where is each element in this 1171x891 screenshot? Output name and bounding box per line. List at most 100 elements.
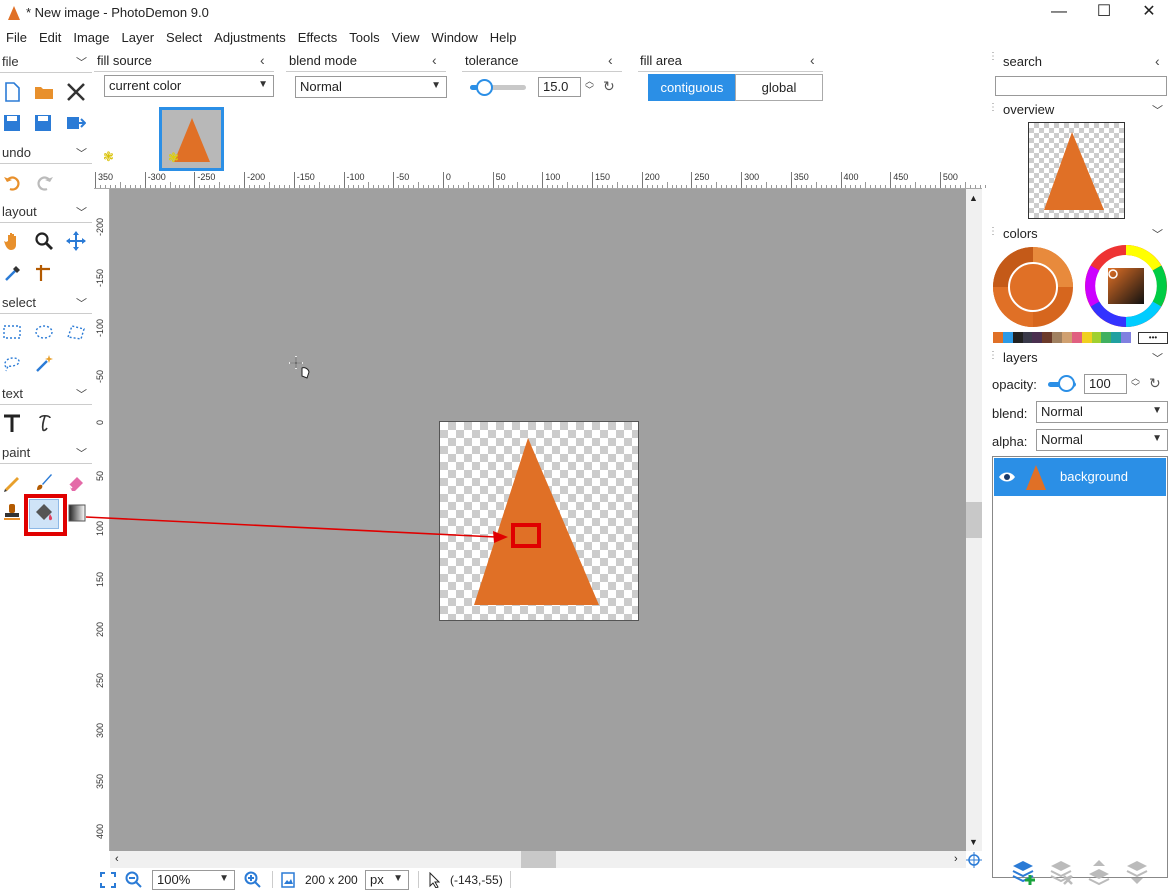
section-text[interactable]: text	[2, 386, 23, 401]
tolerance-input[interactable]: 15.0	[538, 77, 581, 97]
lasso-select-icon[interactable]	[2, 353, 22, 373]
section-file[interactable]: file	[2, 54, 19, 69]
zoom-out-icon[interactable]	[125, 871, 143, 889]
minimize-button[interactable]: —	[1036, 0, 1082, 26]
tolerance-spinner[interactable]: ︿ ﹀	[585, 77, 594, 95]
eye-visibility-icon[interactable]	[998, 470, 1016, 484]
menu-edit[interactable]: Edit	[33, 28, 67, 45]
menu-adjustments[interactable]: Adjustments	[208, 28, 292, 45]
opacity-spinner[interactable]: ︿ ﹀	[1131, 374, 1140, 392]
magic-wand-icon[interactable]	[34, 353, 54, 373]
tolerance-slider-knob[interactable]	[476, 79, 494, 96]
contiguous-button[interactable]: contiguous	[648, 74, 736, 101]
scroll-thumb[interactable]	[966, 502, 982, 538]
eyedropper-icon[interactable]	[3, 263, 23, 283]
layer-name[interactable]: background	[1060, 469, 1128, 484]
save-as-icon[interactable]	[34, 114, 54, 132]
section-undo[interactable]: undo	[2, 145, 31, 160]
move-layer-up-icon[interactable]	[1087, 858, 1113, 886]
layer-blend-dropdown[interactable]: Normal ▼	[1036, 401, 1168, 423]
menu-effects[interactable]: Effects	[292, 28, 344, 45]
global-button[interactable]: global	[735, 74, 823, 101]
maximize-button[interactable]: ☐	[1081, 0, 1127, 26]
chevron-down-icon[interactable]: ﹀	[76, 445, 87, 461]
chevron-down-icon[interactable]: ﹀	[1152, 226, 1163, 242]
layer-row[interactable]: background	[994, 458, 1166, 496]
undo-icon[interactable]	[3, 173, 23, 191]
add-layer-icon[interactable]	[1011, 858, 1037, 886]
chevron-left-icon[interactable]: ‹	[1155, 53, 1160, 69]
more-colors-button[interactable]: •••	[1138, 332, 1168, 344]
chevron-left-icon[interactable]: ‹	[260, 52, 265, 68]
menu-image[interactable]: Image	[67, 28, 115, 45]
zoom-in-icon[interactable]	[244, 871, 262, 889]
canvas-viewport[interactable]	[110, 189, 966, 851]
scroll-left-icon[interactable]: ‹	[115, 853, 119, 865]
chevron-left-icon[interactable]: ‹	[432, 52, 437, 68]
tolerance-slider[interactable]	[470, 79, 526, 96]
save-icon[interactable]	[3, 114, 21, 132]
close-icon[interactable]	[66, 83, 86, 101]
new-file-icon[interactable]	[3, 82, 21, 102]
image-canvas[interactable]	[439, 421, 639, 621]
menu-help[interactable]: Help	[484, 28, 523, 45]
center-view-icon[interactable]	[966, 852, 982, 868]
drag-handle[interactable]: ⋮	[988, 226, 998, 237]
rect-select-icon[interactable]	[2, 323, 22, 341]
pencil-icon[interactable]	[2, 472, 22, 492]
hue-wheel[interactable]	[1085, 245, 1167, 327]
menu-tools[interactable]: Tools	[343, 28, 385, 45]
reset-icon[interactable]: ↻	[603, 78, 615, 95]
export-icon[interactable]	[66, 114, 86, 132]
drag-handle[interactable]: ⋮	[988, 350, 998, 361]
drag-handle[interactable]: ⋮	[988, 102, 998, 113]
unit-dropdown[interactable]: px ▼	[365, 870, 409, 890]
open-folder-icon[interactable]	[34, 84, 54, 100]
fit-to-window-icon[interactable]	[100, 872, 116, 888]
chevron-down-icon[interactable]: ﹀	[76, 145, 87, 161]
opacity-input[interactable]: 100	[1084, 374, 1127, 394]
text-tool-icon[interactable]	[2, 413, 22, 433]
vertical-scrollbar[interactable]: ▲ ▼	[966, 189, 982, 851]
menu-layer[interactable]: Layer	[116, 28, 161, 45]
menu-select[interactable]: Select	[160, 28, 208, 45]
section-paint[interactable]: paint	[2, 445, 30, 460]
menu-window[interactable]: Window	[426, 28, 484, 45]
zoom-tool-icon[interactable]	[34, 231, 54, 251]
paintbrush-icon[interactable]	[34, 472, 54, 492]
menu-view[interactable]: View	[386, 28, 426, 45]
opacity-slider-knob[interactable]	[1058, 375, 1075, 392]
gradient-tool-icon[interactable]	[67, 503, 87, 523]
close-window-button[interactable]: ✕	[1126, 0, 1171, 26]
chevron-down-icon[interactable]: ﹀	[76, 54, 87, 70]
reset-icon[interactable]: ↻	[1149, 375, 1161, 392]
eraser-icon[interactable]	[66, 472, 86, 492]
typography-tool-icon[interactable]	[34, 413, 54, 433]
clone-stamp-icon[interactable]	[2, 502, 22, 522]
fill-source-dropdown[interactable]: current color ▼	[104, 75, 274, 97]
crop-tool-icon[interactable]	[34, 263, 54, 283]
image-tab-thumbnail[interactable]: ❃	[159, 107, 224, 171]
hand-tool-icon[interactable]	[3, 231, 23, 251]
delete-layer-icon[interactable]	[1049, 858, 1075, 886]
chevron-down-icon[interactable]: ﹀	[76, 204, 87, 220]
overview-thumbnail[interactable]	[1028, 122, 1125, 219]
chevron-left-icon[interactable]: ‹	[810, 52, 815, 68]
scroll-down-icon[interactable]: ▼	[969, 837, 978, 847]
search-input[interactable]	[995, 76, 1167, 96]
ellipse-select-icon[interactable]	[34, 323, 54, 341]
blend-mode-dropdown[interactable]: Normal ▼	[295, 76, 447, 98]
scroll-up-icon[interactable]: ▲	[969, 193, 978, 203]
chevron-down-icon[interactable]: ﹀	[76, 295, 87, 311]
chevron-left-icon[interactable]: ‹	[608, 52, 613, 68]
scroll-thumb-horizontal[interactable]	[521, 851, 556, 868]
scroll-right-icon[interactable]: ›	[954, 853, 958, 865]
chevron-down-icon[interactable]: ﹀	[1152, 350, 1163, 366]
horizontal-scrollbar[interactable]: ‹ ›	[110, 851, 966, 868]
section-select[interactable]: select	[2, 295, 36, 310]
section-layout[interactable]: layout	[2, 204, 37, 219]
move-tool-icon[interactable]	[66, 231, 86, 251]
color-swatch-strip[interactable]	[993, 332, 1132, 343]
move-layer-down-icon[interactable]	[1125, 858, 1151, 886]
drag-handle[interactable]: ⋮	[988, 52, 998, 62]
